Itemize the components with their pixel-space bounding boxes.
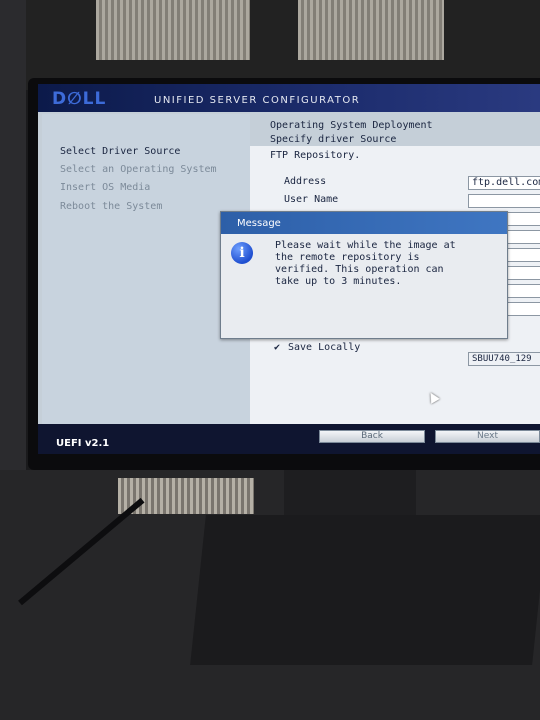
rack-vent — [96, 0, 250, 60]
server-rack-background — [0, 0, 540, 90]
app-title: UNIFIED SERVER CONFIGURATOR — [154, 95, 361, 106]
dialog-title: Message — [221, 212, 507, 234]
username-input[interactable] — [468, 194, 540, 208]
save-locally-checkbox[interactable]: ✔ Save Locally — [274, 342, 360, 353]
rack-vent — [298, 0, 444, 60]
page-title: Specify driver Source — [270, 134, 397, 145]
message-dialog: Message i Please wait while the image at… — [220, 211, 508, 339]
monitor-base — [190, 515, 540, 665]
title-bar: D∅LL UNIFIED SERVER CONFIGURATOR — [38, 84, 540, 112]
step-insert-os-media: Insert OS Media — [60, 182, 151, 193]
next-button[interactable]: Next — [435, 430, 540, 443]
address-label: Address — [284, 176, 327, 187]
step-reboot-system: Reboot the System — [60, 201, 163, 212]
dell-logo: D∅LL — [52, 89, 107, 109]
footer-bar: UEFI v2.1 Back Next — [38, 424, 540, 454]
rack-vent — [118, 478, 254, 514]
address-input[interactable]: ftp.dell.com — [468, 176, 540, 190]
username-label: User Name — [284, 194, 339, 205]
breadcrumb-section: Operating System Deployment — [270, 120, 433, 131]
info-icon: i — [231, 242, 253, 264]
dialog-message: Please wait while the image at the remot… — [275, 240, 456, 287]
wizard-steps-panel: Select Driver Source Select an Operating… — [42, 114, 250, 424]
ftp-repository-option[interactable]: FTP Repository. — [270, 150, 360, 161]
save-locally-label: Save Locally — [288, 342, 361, 353]
monitor-screen: D∅LL UNIFIED SERVER CONFIGURATOR Select … — [38, 84, 540, 454]
checkmark-icon: ✔ — [274, 342, 281, 353]
step-select-operating-system: Select an Operating System — [60, 164, 217, 175]
back-button[interactable]: Back — [319, 430, 425, 443]
share-name-input[interactable]: SBUU740_129 — [468, 352, 540, 366]
uefi-version: UEFI v2.1 — [56, 438, 110, 449]
step-select-driver-source[interactable]: Select Driver Source — [60, 146, 180, 157]
